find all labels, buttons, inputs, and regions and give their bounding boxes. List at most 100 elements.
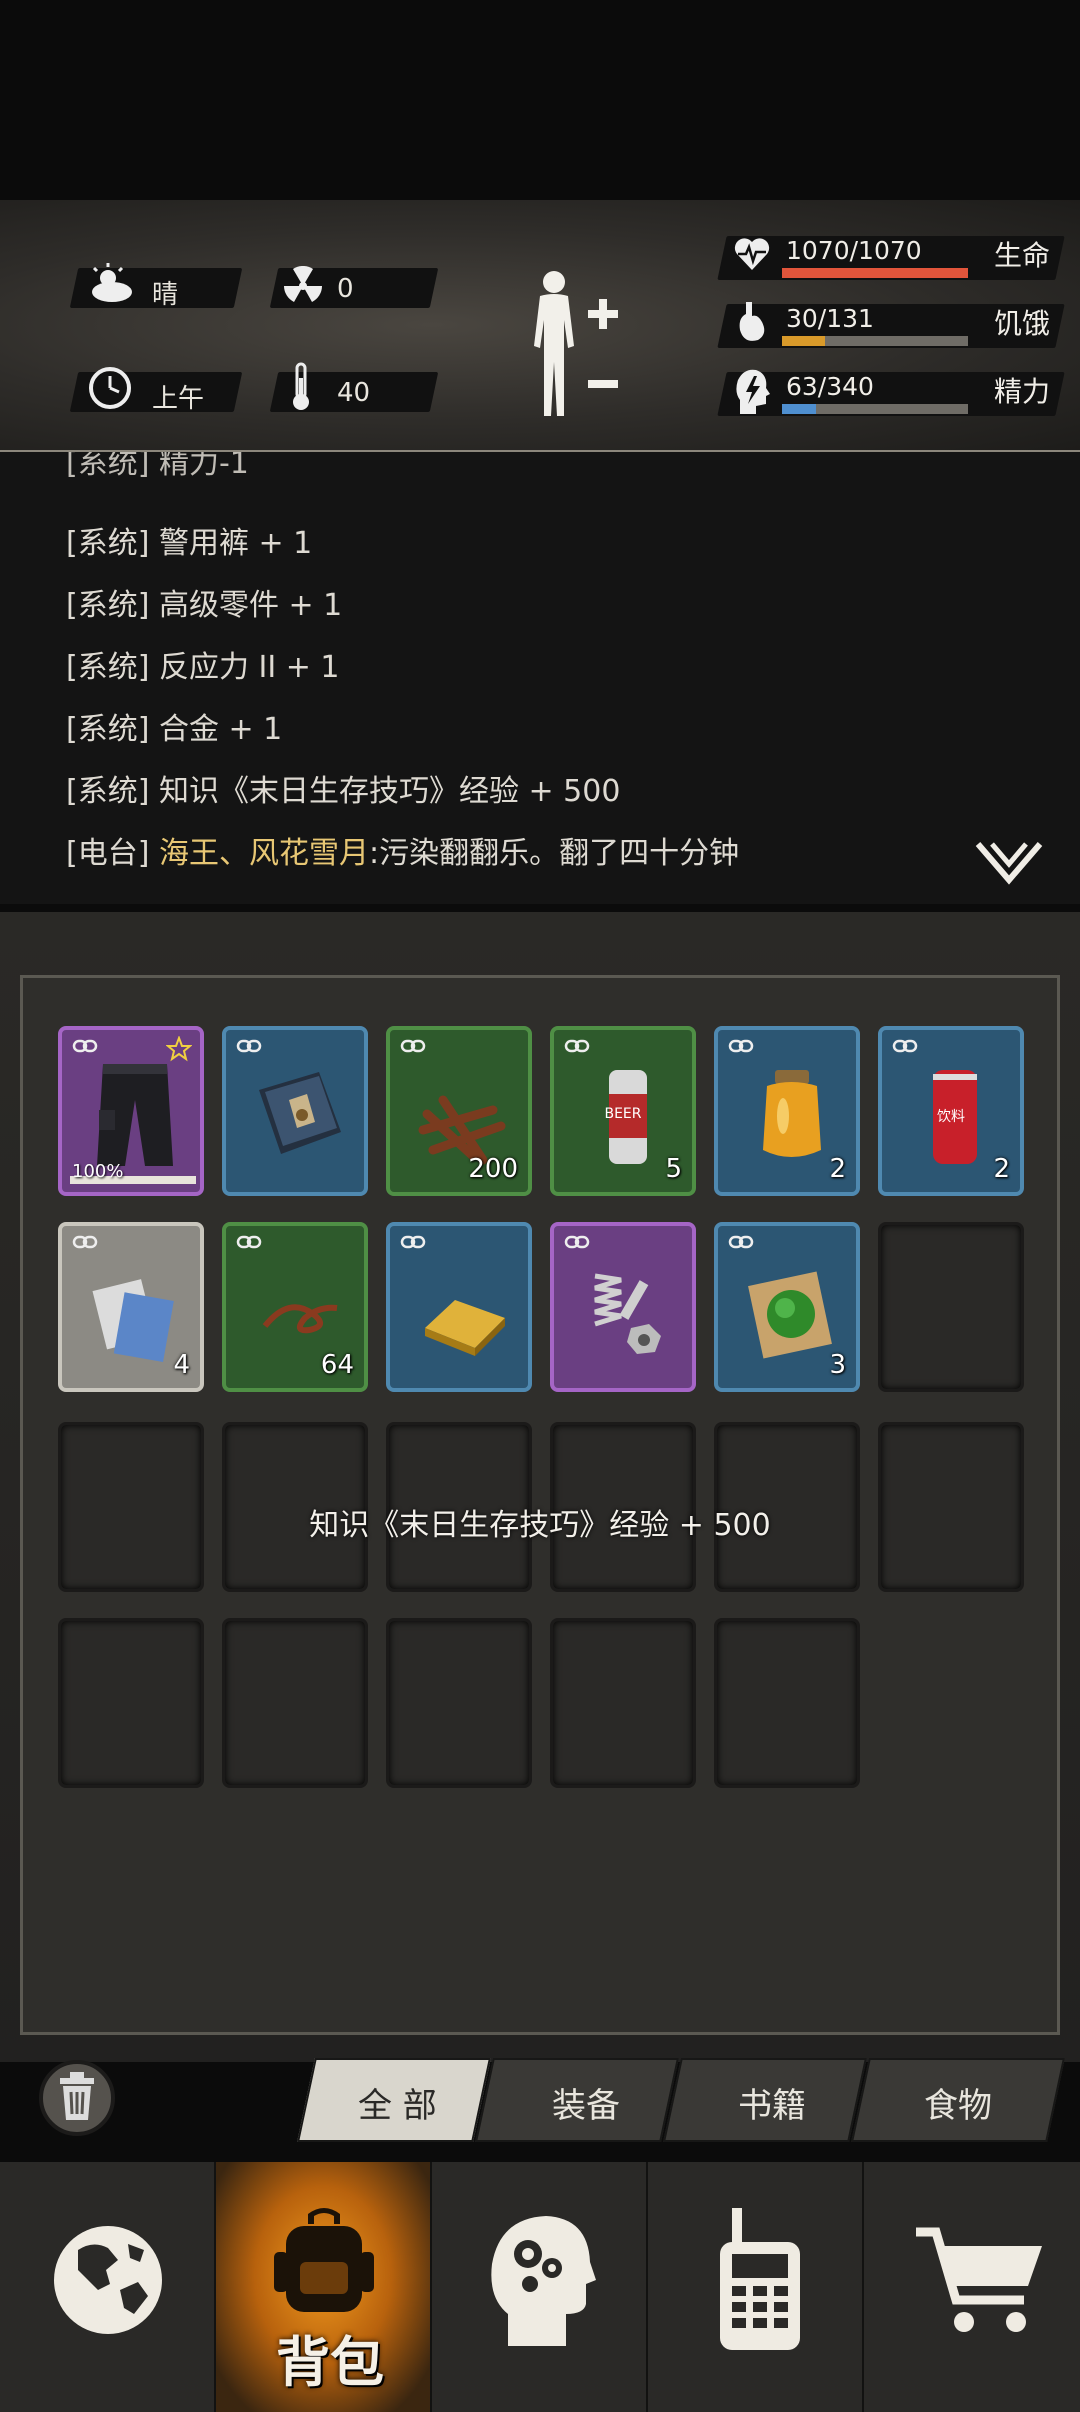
time-label: 上午 — [152, 384, 205, 414]
lock-link-icon — [892, 1038, 918, 1054]
radiation-icon — [284, 266, 322, 302]
log-tag: [系统] — [66, 588, 150, 623]
lock-link-icon — [564, 1234, 590, 1250]
log-text: 知识《末日生存技巧》经验 + 500 — [158, 774, 621, 809]
weather-label: 晴 — [152, 280, 179, 310]
tab-books-label: 书籍 — [738, 2086, 806, 2126]
inventory-slot-parts[interactable] — [550, 1222, 696, 1392]
star-icon — [166, 1036, 192, 1062]
item-count: 5 — [665, 1154, 682, 1184]
inventory-slot-empty[interactable] — [222, 1618, 368, 1788]
lock-link-icon — [72, 1234, 98, 1250]
energy-bar-fill — [782, 404, 817, 414]
head-energy-icon — [736, 369, 770, 414]
log-line: [系统] 反应力 II + 1 — [66, 642, 340, 686]
lock-link-icon — [728, 1234, 754, 1250]
item-count: 2 — [993, 1154, 1010, 1184]
log-line: [系统] 警用裤 + 1 — [66, 518, 312, 562]
log-tag: [系统] — [66, 526, 150, 561]
lock-link-icon — [400, 1038, 426, 1054]
inventory-slot-herb-poultice[interactable]: 3 — [714, 1222, 860, 1392]
can-label: 饮料 — [937, 1109, 965, 1125]
item-count: 3 — [829, 1350, 846, 1380]
double-chevron-down-icon[interactable] — [974, 840, 1044, 890]
inventory-slot-book[interactable] — [222, 1026, 368, 1196]
health-bar — [782, 268, 968, 278]
inventory-slot-honey-jar[interactable]: 2 — [714, 1026, 860, 1196]
inventory-slot-empty[interactable] — [550, 1618, 696, 1788]
globe-icon — [54, 2226, 162, 2334]
book-icon — [259, 1072, 341, 1154]
hunger-bar-fill — [782, 336, 825, 346]
log-text: :污染翻翻乐。翻了四十分钟 — [368, 836, 740, 871]
inventory-slot-beer-can[interactable]: BEER 5 — [550, 1026, 696, 1196]
trash-icon[interactable] — [38, 2052, 116, 2140]
backpack-icon — [274, 2208, 374, 2312]
energy-value: 63/340 — [786, 372, 874, 401]
inventory-slot-gold-bar[interactable] — [386, 1222, 532, 1392]
stomach-icon — [739, 302, 765, 341]
parts-icon — [594, 1273, 661, 1354]
lock-link-icon — [236, 1038, 262, 1054]
log-line-radio: [电台] 海王、风花雪月:污染翻翻乐。翻了四十分钟 — [66, 828, 739, 872]
shopping-cart-icon — [916, 2227, 1042, 2332]
log-text: 反应力 II + 1 — [158, 650, 340, 685]
herb-poultice-icon — [748, 1271, 832, 1359]
radiation-value: 0 — [337, 274, 354, 304]
hunger-value: 30/131 — [786, 304, 874, 333]
inventory-slot-empty[interactable] — [878, 1222, 1024, 1392]
walkie-talkie-icon — [720, 2208, 800, 2350]
log-text: 警用裤 + 1 — [158, 526, 313, 561]
lock-link-icon — [72, 1038, 98, 1054]
health-label: 生命 — [994, 239, 1051, 272]
durability-label: 100% — [72, 1161, 124, 1182]
inventory-slot-pants[interactable]: 100% — [58, 1026, 204, 1196]
log-line: [系统] 合金 + 1 — [66, 704, 282, 748]
sun-cloud-icon — [92, 263, 132, 302]
temperature-value: 40 — [337, 378, 371, 408]
inventory-slot-empty[interactable] — [386, 1618, 532, 1788]
lock-link-icon — [236, 1234, 262, 1250]
gold-bar-icon — [425, 1300, 505, 1356]
log-tag: [系统] — [66, 650, 150, 685]
item-count: 64 — [320, 1350, 354, 1380]
item-count: 4 — [173, 1350, 190, 1380]
radio-speaker: 海王、风花雪月 — [158, 836, 369, 871]
honey-jar-icon — [763, 1070, 821, 1157]
tab-equipment-label: 装备 — [552, 2086, 620, 2126]
log-tag: [系统] — [66, 774, 150, 809]
health-value: 1070/1070 — [786, 236, 922, 265]
log-line: [系统] 知识《末日生存技巧》经验 + 500 — [66, 766, 620, 810]
log-tag: [电台] — [66, 836, 150, 871]
xp-toast: 知识《末日生存技巧》经验 + 500 — [309, 1508, 771, 1543]
health-bar-fill — [782, 268, 968, 278]
log-text: 高级零件 + 1 — [158, 588, 343, 623]
tab-all-label: 全 部 — [358, 2086, 437, 2126]
log-line-partial: [系统] 精力-1 — [66, 452, 249, 481]
lock-link-icon — [728, 1038, 754, 1054]
inventory-slot-empty[interactable] — [714, 1618, 860, 1788]
tab-food-label: 食物 — [924, 2086, 992, 2126]
inventory-slot-soda-can[interactable]: 饮料 2 — [878, 1026, 1024, 1196]
status-panel: 晴 0 上午 40 1070/1070 生命 30/131 饥饿 63/340 … — [0, 200, 1080, 452]
lock-link-icon — [564, 1038, 590, 1054]
message-log[interactable]: [系统] 精力-1 [系统] 警用裤 + 1 [系统] 高级零件 + 1 [系统… — [0, 452, 1080, 904]
lock-link-icon — [400, 1234, 426, 1250]
log-line: [系统] 高级零件 + 1 — [66, 580, 342, 624]
energy-bar — [782, 404, 968, 414]
inventory-slot-empty[interactable] — [58, 1618, 204, 1788]
brain-head-icon — [491, 2216, 596, 2346]
inventory-slot-paper[interactable]: 4 — [58, 1222, 204, 1392]
paper-icon — [92, 1279, 174, 1363]
log-tag: [系统] — [66, 712, 150, 747]
clock-icon — [89, 367, 131, 409]
inventory-slot-rope[interactable]: 64 — [222, 1222, 368, 1392]
hunger-bar — [782, 336, 968, 346]
pants-icon — [97, 1064, 173, 1166]
human-body-icon[interactable] — [524, 266, 624, 426]
inventory-slot-sticks[interactable]: 200 — [386, 1026, 532, 1196]
can-label: BEER — [604, 1106, 642, 1122]
heart-pulse-icon — [734, 238, 770, 270]
hunger-label: 饥饿 — [994, 307, 1051, 340]
item-count: 2 — [829, 1154, 846, 1184]
